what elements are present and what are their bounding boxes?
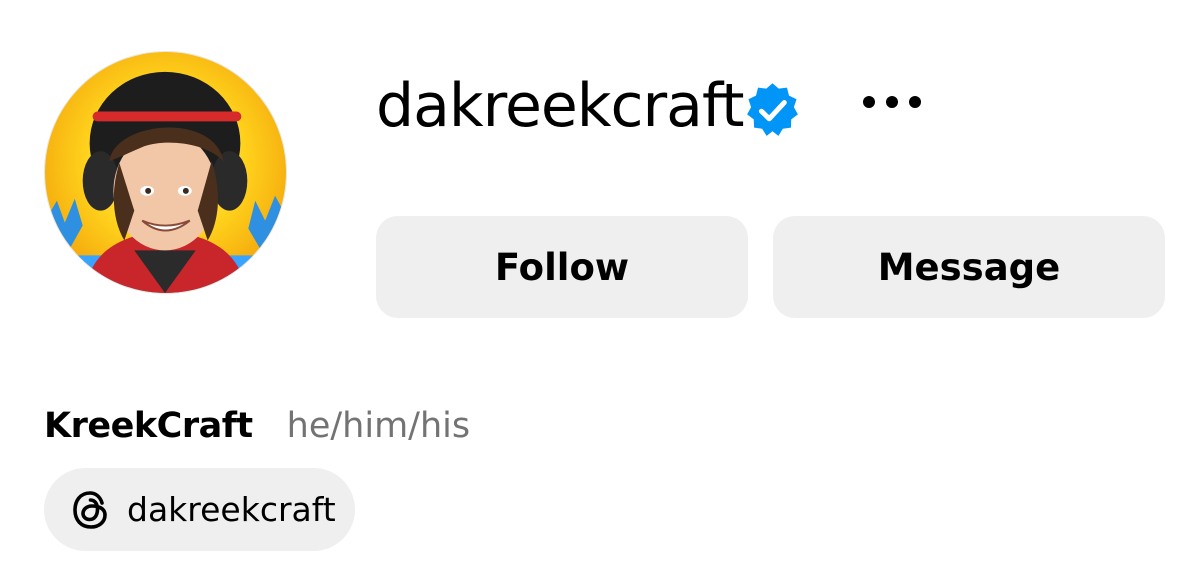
- verified-badge-icon: [747, 83, 798, 136]
- profile-pronouns: he/him/his: [286, 406, 471, 446]
- message-button[interactable]: Message: [773, 216, 1165, 318]
- profile-name-row: KreekCraft he/him/his: [44, 400, 470, 452]
- threads-handle: dakreekcraft: [127, 490, 336, 529]
- follow-button[interactable]: Follow: [376, 216, 748, 318]
- profile-username: dakreekcraft: [376, 71, 745, 141]
- avatar-image: [45, 52, 286, 293]
- threads-link[interactable]: dakreekcraft: [44, 468, 355, 551]
- more-options-icon[interactable]: [858, 91, 926, 113]
- threads-icon: [73, 490, 107, 529]
- profile-avatar[interactable]: [44, 51, 287, 294]
- profile-display-name: KreekCraft: [44, 406, 253, 446]
